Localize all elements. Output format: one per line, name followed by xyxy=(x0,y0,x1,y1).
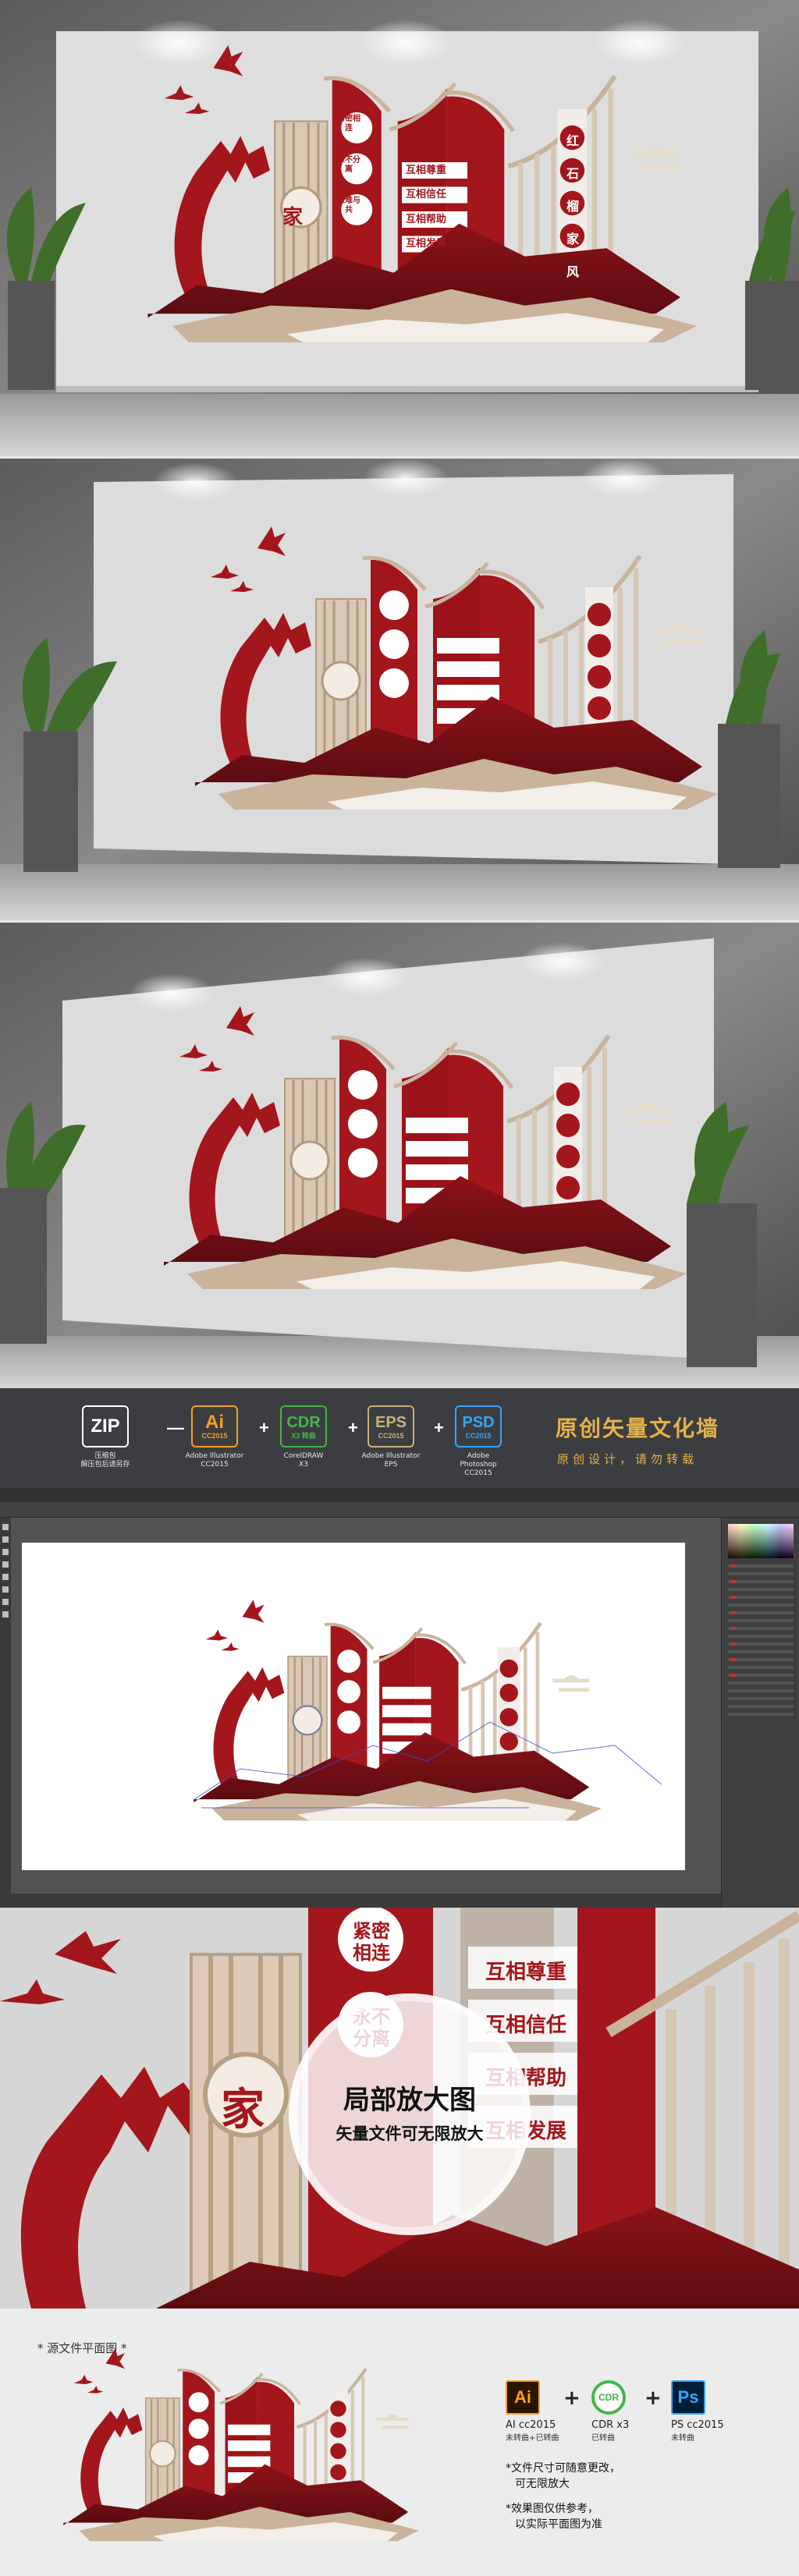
zoom-subtitle: 矢量文件可无限放大 xyxy=(336,2124,484,2143)
photoshop-icon: PSD CC2015 xyxy=(455,1405,502,1447)
scene-1-graphic xyxy=(0,0,799,456)
format-psd: PSD CC2015 Adobe Photoshop CC2015 xyxy=(448,1405,509,1478)
scene-1-motto-2: 石 xyxy=(566,166,580,181)
scene-1-bar-3: 互相帮助 xyxy=(406,214,447,225)
status-bar xyxy=(0,1894,721,1908)
note-2: 可无限放大 xyxy=(515,2478,570,2490)
photoshop-icon: Ps xyxy=(671,2380,705,2415)
scene-1-circle-2: 永不分离 xyxy=(337,156,360,174)
detail-home-char: 家 xyxy=(221,2085,265,2135)
artboard-artwork xyxy=(22,1543,662,1870)
scene-mockup-1 xyxy=(0,0,799,456)
scene-mockup-3 xyxy=(0,923,799,1388)
scene-mockup-2 xyxy=(0,459,799,920)
source-flat-artwork xyxy=(31,2340,468,2574)
scene-1-bar-1: 互相尊重 xyxy=(406,165,447,176)
panel-graphics[interactable] xyxy=(722,1518,799,1908)
software-ai: Ai AI cc2015 未转曲+已转曲 xyxy=(506,2380,559,2443)
detail-label-1: 紧密相连 xyxy=(353,1920,390,1964)
note-3: *效果图仅供参考， xyxy=(506,2503,598,2515)
plus-2: + xyxy=(645,2386,662,2410)
scene-1-circle-1: 紧密相连 xyxy=(337,115,360,133)
menu-bar[interactable] xyxy=(0,1488,799,1502)
illustrator-workspace xyxy=(0,1488,799,1908)
eps-icon: EPS CC2015 xyxy=(368,1405,414,1447)
scene-1-motto-3: 榴 xyxy=(566,199,580,214)
scene-1-motto-4: 家 xyxy=(566,232,580,246)
illustrator-icon: Ai CC2015 xyxy=(191,1405,238,1447)
format-cdr: CDR X3 转曲 CorelDRAW X3 xyxy=(273,1405,334,1469)
format-zip: ZIP 压缩包 解压包后请另存 xyxy=(75,1405,136,1469)
brand-subtitle: 原创设计，请勿转载 xyxy=(557,1452,698,1466)
artboard[interactable] xyxy=(22,1543,685,1870)
coreldraw-icon: CDR xyxy=(591,2380,626,2415)
software-ps: Ps PS cc2015 未转曲 xyxy=(671,2380,724,2443)
format-ai: Ai CC2015 Adobe Illustrator CC2015 xyxy=(184,1405,245,1469)
tools-panel[interactable] xyxy=(0,1518,11,1908)
source-flat-section: * 源文件平面图 * Ai AI cc2015 未转曲+已转曲 + CDR CD… xyxy=(0,2308,799,2576)
scene-1-motto-5: 风 xyxy=(566,264,580,279)
software-cdr: CDR CDR x3 已转曲 xyxy=(591,2380,629,2443)
scene-1-motto-1: 红 xyxy=(566,133,580,148)
brand-title: 原创矢量文化墙 xyxy=(556,1416,720,1441)
zip-icon: ZIP xyxy=(82,1405,129,1447)
scene-1-bar-2: 互相信任 xyxy=(406,189,447,200)
note-1: *文件尺寸可随意更改， xyxy=(506,2462,620,2475)
scene-2-graphic xyxy=(0,459,799,920)
note-4: 以实际平面图为准 xyxy=(515,2518,602,2531)
scene-1-bar-4: 互相发展 xyxy=(406,238,447,250)
illustrator-icon: Ai xyxy=(506,2380,540,2415)
plus-1: + xyxy=(563,2386,581,2410)
control-bar[interactable] xyxy=(0,1502,799,1518)
coreldraw-icon: CDR X3 转曲 xyxy=(280,1405,327,1447)
scene-3-graphic xyxy=(0,923,799,1388)
right-panels[interactable] xyxy=(721,1518,799,1908)
scene-1-home-char: 家 xyxy=(282,206,304,229)
zoom-title: 局部放大图 xyxy=(343,2085,476,2116)
format-eps: EPS CC2015 Adobe Illustrator EPS xyxy=(360,1405,421,1469)
tool-icons[interactable] xyxy=(0,1518,11,1752)
format-banner: ZIP 压缩包 解压包后请另存 — Ai CC2015 Adobe Illustr… xyxy=(0,1388,799,1488)
scene-1-circle-3: 患难与共 xyxy=(337,197,360,214)
detail-bar-1: 互相尊重 xyxy=(485,1961,567,1984)
